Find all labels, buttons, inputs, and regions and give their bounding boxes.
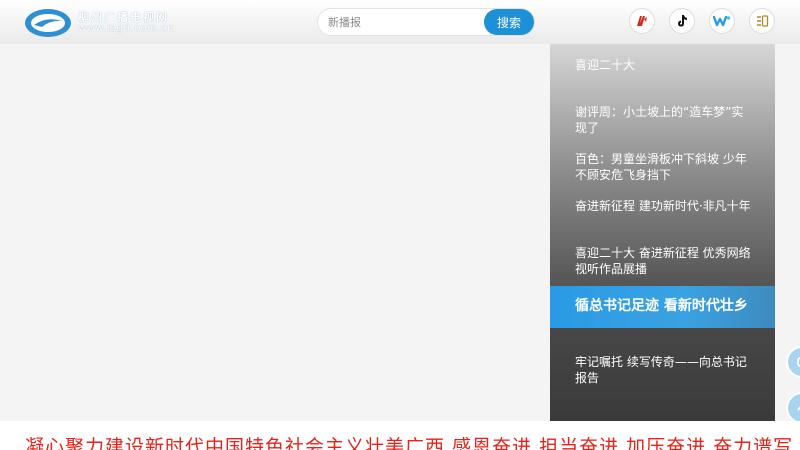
search-button[interactable]: 搜索 — [484, 9, 534, 35]
playlist-item[interactable]: 喜迎二十大 奋进新征程 优秀网络视听作品展播 — [550, 245, 775, 277]
playlist-item[interactable]: 奋进新征程 建功新时代·非凡十年 — [550, 198, 775, 214]
playlist-item[interactable]: 牢记嘱托 续写传奇——向总书记报告 — [550, 354, 775, 386]
slogan-ticker: 凝心聚力建设新时代中国特色社会主义壮美广西 感恩奋进 担当奋进 加压奋进 奋力谱… — [0, 421, 800, 450]
video-player-area[interactable] — [0, 44, 550, 421]
search-box: 搜索 — [318, 9, 534, 35]
share-float-button[interactable] — [786, 346, 800, 378]
search-input[interactable] — [328, 9, 478, 35]
slogan-text: 凝心聚力建设新时代中国特色社会主义壮美广西 感恩奋进 担当奋进 加压奋进 奋力谱… — [25, 436, 794, 450]
video-playlist: 喜迎二十大 谢评周：小土坡上的“造车梦”实现了 百色：男童坐滑板冲下斜坡 少年不… — [550, 44, 775, 421]
menu-list-icon[interactable] — [750, 9, 774, 33]
playlist-item[interactable]: 百色：男童坐滑板冲下斜坡 少年不顾安危飞身挡下 — [550, 151, 775, 183]
site-header: 柳州广播电视网 www.lzgd.com.cn 搜索 — [0, 0, 800, 44]
site-logo[interactable]: 柳州广播电视网 www.lzgd.com.cn — [24, 8, 184, 38]
back-to-top-button[interactable] — [786, 392, 800, 424]
playlist-item[interactable]: 谢评周：小土坡上的“造车梦”实现了 — [550, 104, 775, 136]
playlist-item-active[interactable]: 循总书记足迹 看新时代壮乡 — [550, 286, 775, 328]
weibo-app-icon[interactable] — [630, 9, 654, 33]
logo-mark-icon — [25, 9, 71, 37]
douyin-icon[interactable] — [670, 9, 694, 33]
logo-url: www.lzgd.com.cn — [78, 23, 175, 34]
playlist-item[interactable]: 喜迎二十大 — [550, 57, 775, 73]
wechat-icon[interactable] — [710, 9, 734, 33]
